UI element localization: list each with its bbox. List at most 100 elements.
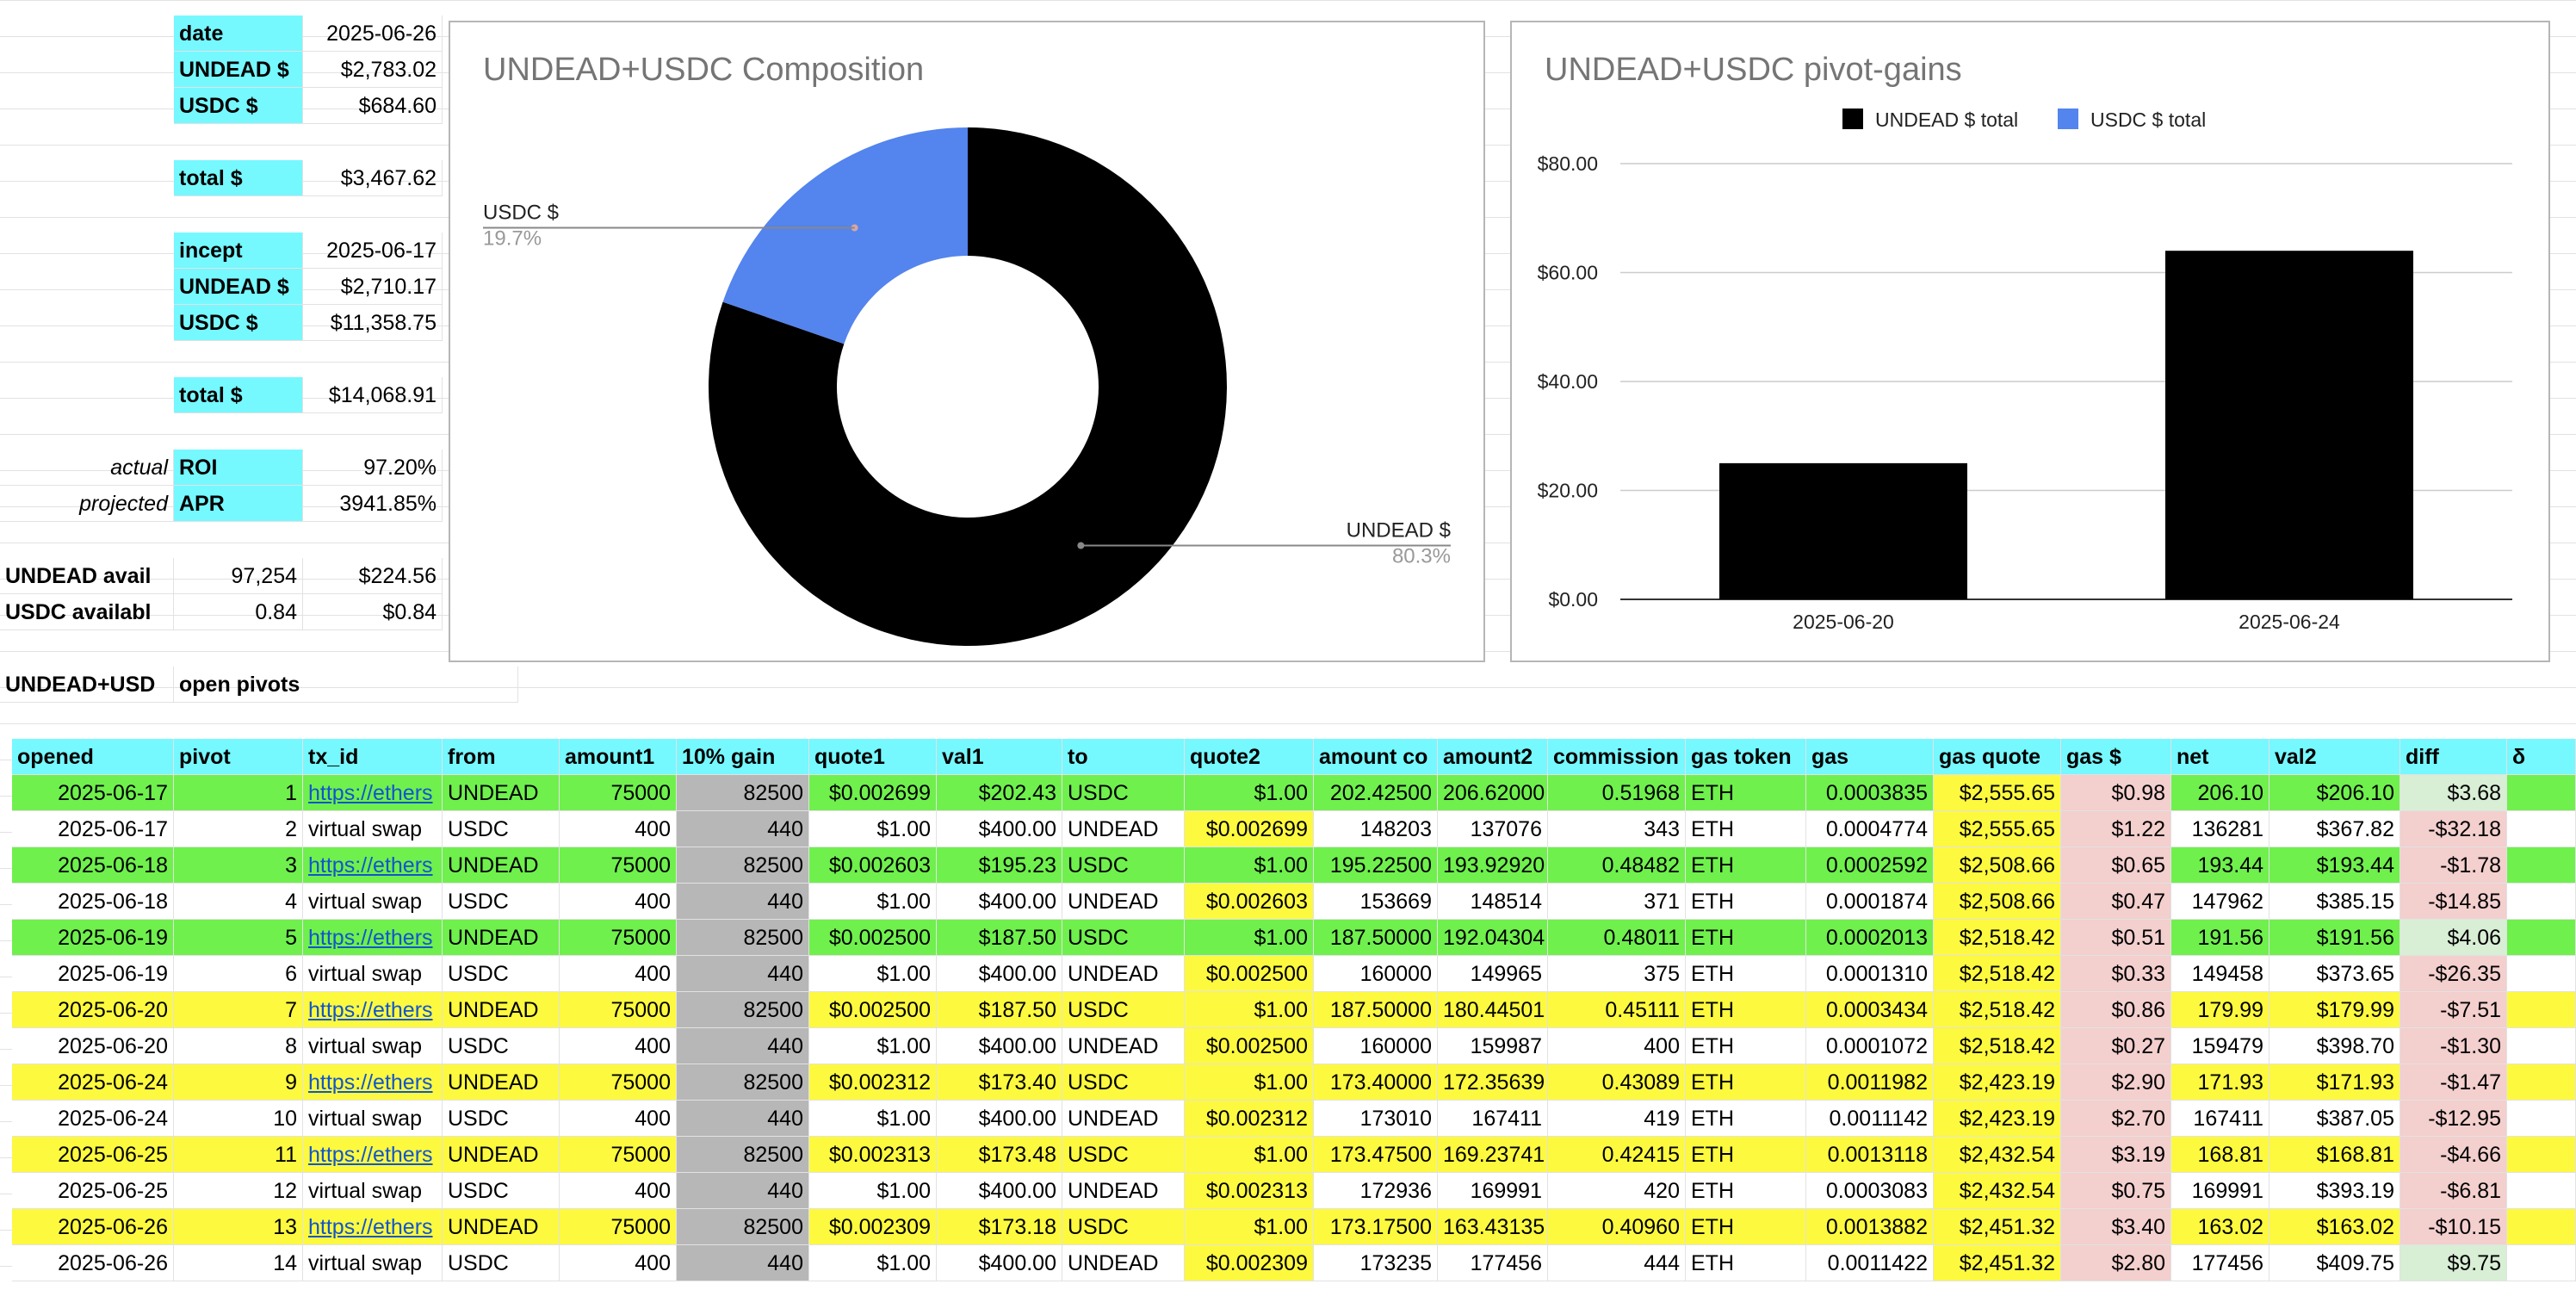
table-cell[interactable]: 13 (174, 1209, 303, 1245)
table-cell[interactable]: https://ethers (303, 775, 443, 811)
table-cell[interactable]: 75000 (560, 920, 677, 956)
table-cell[interactable]: 160000 (1314, 956, 1438, 992)
summary-value-undead-value[interactable]: $2,783.02 (303, 52, 443, 88)
table-cell[interactable]: USDC (1062, 992, 1185, 1028)
table-cell[interactable]: 171.93 (2171, 1064, 2269, 1101)
table-cell[interactable]: 440 (677, 1245, 809, 1281)
header-commission[interactable]: commission (1548, 739, 1686, 775)
table-cell[interactable]: $1.00 (809, 884, 937, 920)
table-cell[interactable]: $0.002699 (809, 775, 937, 811)
table-cell[interactable]: 12 (174, 1173, 303, 1209)
table-cell[interactable]: $1.00 (809, 1245, 937, 1281)
table-cell[interactable]: 0.0001072 (1806, 1028, 1934, 1064)
table-cell[interactable]: 14 (174, 1245, 303, 1281)
table-cell[interactable]: 0.0011422 (1806, 1245, 1934, 1281)
table-cell[interactable]: UNDEAD (443, 775, 560, 811)
summary-value-incept-usdc-value[interactable]: $11,358.75 (303, 305, 443, 341)
table-cell[interactable]: ETH (1686, 992, 1806, 1028)
table-cell[interactable]: $373.65 (2269, 956, 2400, 992)
table-cell[interactable]: $2,508.66 (1934, 884, 2061, 920)
table-cell[interactable]: $393.19 (2269, 1173, 2400, 1209)
table-cell[interactable]: 420 (1548, 1173, 1686, 1209)
table-cell[interactable]: 440 (677, 956, 809, 992)
table-cell[interactable]: 169.23741 (1438, 1137, 1548, 1173)
table-cell[interactable]: 0.42415 (1548, 1137, 1686, 1173)
table-cell[interactable]: https://ethers (303, 1209, 443, 1245)
table-cell[interactable]: $0.002313 (809, 1137, 937, 1173)
summary-value-date-value[interactable]: 2025-06-26 (303, 16, 443, 52)
table-cell[interactable]: $400.00 (937, 1028, 1062, 1064)
header-tx-id[interactable]: tx_id (303, 739, 443, 775)
summary-value-incept-total-value[interactable]: $14,068.91 (303, 377, 443, 413)
table-cell[interactable]: USDC (443, 1245, 560, 1281)
table-cell[interactable]: 8 (174, 1028, 303, 1064)
table-cell[interactable]: 0.0011982 (1806, 1064, 1934, 1101)
table-cell-delta[interactable] (2507, 992, 2576, 1028)
summary-value-incept-undead-value[interactable]: $2,710.17 (303, 269, 443, 305)
table-cell[interactable]: 137076 (1438, 811, 1548, 847)
table-cell[interactable]: 2025-06-25 (12, 1137, 174, 1173)
table-cell[interactable]: 400 (560, 1245, 677, 1281)
table-cell[interactable]: $1.00 (809, 1028, 937, 1064)
table-cell[interactable]: 173010 (1314, 1101, 1438, 1137)
table-cell[interactable]: $0.002603 (1185, 884, 1314, 920)
table-cell[interactable]: $173.48 (937, 1137, 1062, 1173)
table-cell[interactable]: $163.02 (2269, 1209, 2400, 1245)
header-quote1[interactable]: quote1 (809, 739, 937, 775)
header-val1[interactable]: val1 (937, 739, 1062, 775)
summary-value-usdc-value[interactable]: $684.60 (303, 88, 443, 124)
table-cell[interactable]: 75000 (560, 1209, 677, 1245)
table-cell[interactable]: ETH (1686, 884, 1806, 920)
table-cell[interactable]: ETH (1686, 920, 1806, 956)
table-cell[interactable]: $0.002500 (809, 992, 937, 1028)
table-cell-delta[interactable] (2507, 775, 2576, 811)
table-cell[interactable]: 400 (560, 1101, 677, 1137)
header-gas-[interactable]: gas $ (2061, 739, 2171, 775)
table-cell[interactable]: 167411 (1438, 1101, 1548, 1137)
table-cell[interactable]: $2,423.19 (1934, 1101, 2061, 1137)
table-cell[interactable]: USDC (443, 956, 560, 992)
table-cell[interactable]: 192.04304 (1438, 920, 1548, 956)
table-cell[interactable]: 82500 (677, 920, 809, 956)
header-pivot[interactable]: pivot (174, 739, 303, 775)
table-cell[interactable]: $2.80 (2061, 1245, 2171, 1281)
table-cell[interactable]: $173.40 (937, 1064, 1062, 1101)
table-cell[interactable]: ETH (1686, 811, 1806, 847)
table-cell[interactable]: UNDEAD (443, 920, 560, 956)
table-cell[interactable]: 343 (1548, 811, 1686, 847)
table-cell[interactable]: 400 (560, 1173, 677, 1209)
table-cell[interactable]: 0.48011 (1548, 920, 1686, 956)
table-cell[interactable]: 206.62000 (1438, 775, 1548, 811)
table-cell[interactable]: $0.002309 (809, 1209, 937, 1245)
table-cell[interactable]: https://ethers (303, 1137, 443, 1173)
table-cell[interactable]: $1.00 (809, 1173, 937, 1209)
table-cell[interactable]: $0.86 (2061, 992, 2171, 1028)
table-cell[interactable]: 82500 (677, 1064, 809, 1101)
table-cell[interactable]: 172936 (1314, 1173, 1438, 1209)
table-cell-delta[interactable] (2507, 884, 2576, 920)
table-cell[interactable]: $0.51 (2061, 920, 2171, 956)
header-opened[interactable]: opened (12, 739, 174, 775)
table-cell[interactable]: 193.92920 (1438, 847, 1548, 884)
table-cell-delta[interactable] (2507, 811, 2576, 847)
table-cell[interactable]: 0.0002592 (1806, 847, 1934, 884)
table-cell[interactable]: $1.00 (1185, 920, 1314, 956)
table-cell[interactable]: 0.43089 (1548, 1064, 1686, 1101)
table-cell[interactable]: 82500 (677, 1137, 809, 1173)
table-cell[interactable]: 400 (560, 956, 677, 992)
usdc-avail-qty[interactable]: 0.84 (174, 594, 303, 630)
header-net[interactable]: net (2171, 739, 2269, 775)
table-cell[interactable]: $3.68 (2400, 775, 2507, 811)
table-cell[interactable]: -$26.35 (2400, 956, 2507, 992)
table-cell[interactable]: 0.48482 (1548, 847, 1686, 884)
table-cell[interactable]: 173.47500 (1314, 1137, 1438, 1173)
table-cell[interactable]: 169991 (2171, 1173, 2269, 1209)
table-cell[interactable]: 4 (174, 884, 303, 920)
table-cell[interactable]: 440 (677, 1101, 809, 1137)
table-cell[interactable]: 6 (174, 956, 303, 992)
table-cell[interactable]: 75000 (560, 775, 677, 811)
table-cell[interactable]: UNDEAD (443, 1137, 560, 1173)
header-amount1[interactable]: amount1 (560, 739, 677, 775)
table-cell[interactable]: $2,555.65 (1934, 811, 2061, 847)
table-cell-delta[interactable] (2507, 847, 2576, 884)
